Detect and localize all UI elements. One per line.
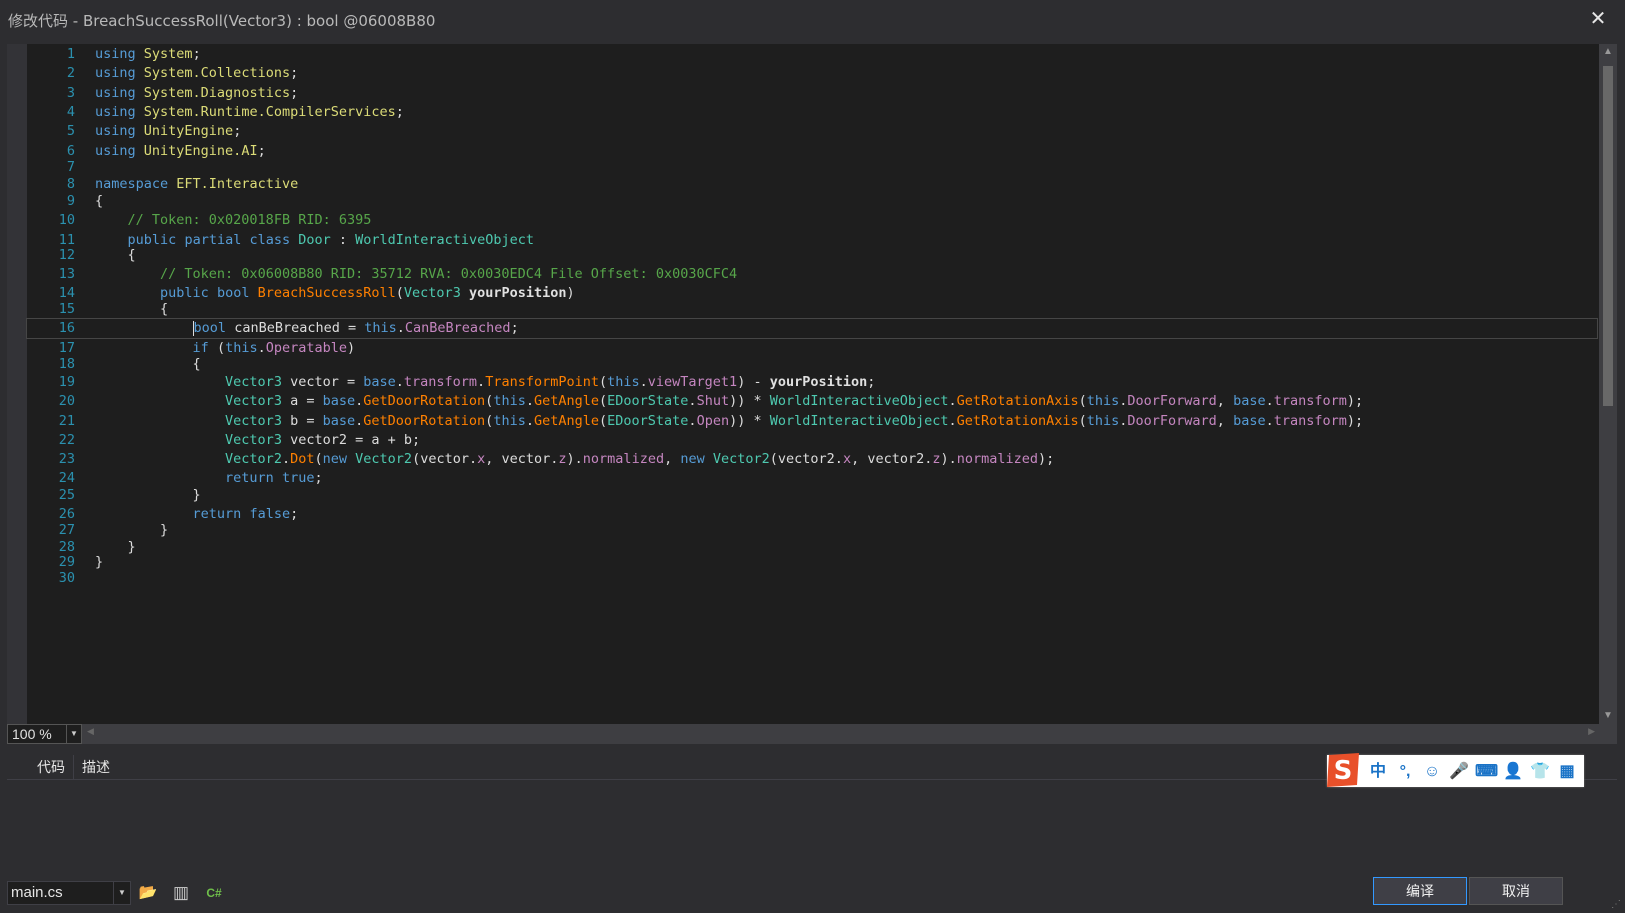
code-line[interactable]: 23 Vector2.Dot(new Vector2(vector.x, vec… <box>27 450 1597 469</box>
chevron-down-icon: ▼ <box>113 882 130 904</box>
line-number: 9 <box>66 193 75 209</box>
line-number: 20 <box>58 393 75 409</box>
code-line[interactable]: 25 } <box>27 486 1597 505</box>
code-line[interactable]: 30 <box>27 569 1597 588</box>
ime-toolbox-icon[interactable]: ▦ <box>1556 761 1578 783</box>
line-number: 21 <box>58 413 75 429</box>
ime-user-icon[interactable]: 👤 <box>1502 761 1524 783</box>
line-number: 3 <box>66 85 75 101</box>
line-code[interactable]: Vector3 b = base.GetDoorRotation(this.Ge… <box>95 412 1363 431</box>
code-line[interactable]: 2 using System.Collections; <box>27 64 1597 83</box>
line-number: 18 <box>58 356 75 372</box>
line-number: 19 <box>58 374 75 390</box>
window-title: 修改代码 - BreachSuccessRoll(Vector3) : bool… <box>8 12 436 30</box>
code-line[interactable]: 13 // Token: 0x06008B80 RID: 35712 RVA: … <box>27 265 1597 284</box>
line-code[interactable]: using System.Collections; <box>95 64 298 83</box>
scroll-thumb[interactable] <box>1603 66 1613 406</box>
scroll-up-icon[interactable]: ▲ <box>1599 44 1617 60</box>
close-icon[interactable]: ✕ <box>1585 6 1611 32</box>
code-editor[interactable]: 1 using System; 2 using System.Collections;… <box>7 44 1617 724</box>
file-name: main.cs <box>11 884 63 901</box>
line-code[interactable]: Vector2.Dot(new Vector2(vector.x, vector… <box>95 450 1054 469</box>
line-code[interactable]: Vector3 vector2 = a + b; <box>95 431 420 450</box>
tab-description[interactable]: 描述 <box>73 755 118 779</box>
tab-code[interactable]: 代码 <box>29 755 73 779</box>
line-number: 25 <box>58 487 75 503</box>
line-code[interactable]: using System.Runtime.CompilerServices; <box>95 103 404 122</box>
scroll-right-icon[interactable]: ▶ <box>1588 726 1595 737</box>
code-line[interactable]: 20 Vector3 a = base.GetDoorRotation(this… <box>27 392 1597 411</box>
line-code[interactable]: { <box>95 246 136 265</box>
editor-gutter <box>7 44 27 724</box>
code-line[interactable]: 15 { <box>27 300 1597 319</box>
svg-text:S: S <box>1334 756 1353 786</box>
line-code[interactable]: Vector3 vector = base.transform.Transfor… <box>95 373 875 392</box>
ime-emoji-icon[interactable]: ☺ <box>1421 761 1443 783</box>
code-line[interactable]: 1 using System; <box>27 45 1597 64</box>
resize-grip-icon[interactable]: ⋰ <box>1611 899 1623 911</box>
line-code[interactable]: bool canBeBreached = this.CanBeBreached; <box>95 319 519 338</box>
code-line[interactable]: 21 Vector3 b = base.GetDoorRotation(this… <box>27 412 1597 431</box>
line-number: 12 <box>58 247 75 263</box>
sogou-logo-icon[interactable]: S <box>1323 751 1363 789</box>
line-number: 5 <box>66 123 75 139</box>
scroll-down-icon[interactable]: ▼ <box>1599 708 1617 724</box>
line-number: 10 <box>58 212 75 228</box>
cancel-button[interactable]: 取消 <box>1469 877 1563 905</box>
chevron-down-icon: ▼ <box>66 725 81 743</box>
line-number: 23 <box>58 451 75 467</box>
line-number: 4 <box>66 104 75 120</box>
code-line[interactable]: 10 // Token: 0x020018FB RID: 6395 <box>27 211 1597 230</box>
line-number: 2 <box>66 65 75 81</box>
line-number: 30 <box>58 570 75 586</box>
line-code[interactable]: Vector3 a = base.GetDoorRotation(this.Ge… <box>95 392 1363 411</box>
zoom-value: 100 % <box>12 726 52 742</box>
title-bar: 修改代码 - BreachSuccessRoll(Vector3) : bool… <box>0 0 1625 40</box>
line-code[interactable]: } <box>95 486 201 505</box>
line-number: 1 <box>66 46 75 62</box>
code-line[interactable]: 5 using UnityEngine; <box>27 122 1597 141</box>
line-number: 15 <box>58 301 75 317</box>
line-code[interactable]: using UnityEngine; <box>95 122 241 141</box>
ime-keyboard-icon[interactable]: ⌨ <box>1475 761 1498 783</box>
zoom-select[interactable]: 100 % ▼ <box>7 724 82 744</box>
code-line[interactable]: 4 using System.Runtime.CompilerServices; <box>27 103 1597 122</box>
line-code[interactable]: { <box>95 192 103 211</box>
horizontal-scrollbar[interactable]: 100 % ▼ ◀ ▶ <box>7 724 1617 744</box>
line-code[interactable]: using System; <box>95 45 201 64</box>
compile-button[interactable]: 编译 <box>1373 877 1467 905</box>
assembly-references-icon[interactable]: ▥ <box>170 882 192 904</box>
ime-voice-icon[interactable]: 🎤 <box>1448 761 1470 783</box>
line-code[interactable]: // Token: 0x020018FB RID: 6395 <box>95 211 372 230</box>
open-folder-icon[interactable]: 📂 <box>137 882 159 904</box>
line-code[interactable]: // Token: 0x06008B80 RID: 35712 RVA: 0x0… <box>95 265 737 284</box>
line-number: 13 <box>58 266 75 282</box>
ime-skin-icon[interactable]: 👕 <box>1529 761 1551 783</box>
code-line[interactable]: 12 { <box>27 246 1597 265</box>
ime-chinese-mode-icon[interactable]: 中 <box>1367 761 1389 783</box>
code-line[interactable]: 3 using System.Diagnostics; <box>27 84 1597 103</box>
current-code-line[interactable]: 16 bool canBeBreached = this.CanBeBreach… <box>26 318 1598 339</box>
code-line[interactable]: 22 Vector3 vector2 = a + b; <box>27 431 1597 450</box>
code-line[interactable]: 19 Vector3 vector = base.transform.Trans… <box>27 373 1597 392</box>
line-code[interactable]: using System.Diagnostics; <box>95 84 298 103</box>
bottom-bar: main.cs ▼ 📂 ▥ C# 编译 取消 ⋰ <box>0 875 1625 913</box>
line-code[interactable]: { <box>95 300 168 319</box>
line-number: 16 <box>58 320 75 336</box>
ime-punctuation-icon[interactable]: °, <box>1394 761 1416 783</box>
code-lines[interactable]: 1 using System; 2 using System.Collections;… <box>26 44 1607 724</box>
file-select[interactable]: main.cs ▼ <box>7 881 131 905</box>
vertical-scrollbar[interactable]: ▲ ▼ <box>1599 44 1617 724</box>
scroll-left-icon[interactable]: ◀ <box>87 726 94 737</box>
code-line[interactable]: 18 { <box>27 355 1597 374</box>
csharp-language-icon[interactable]: C# <box>203 882 225 904</box>
code-line[interactable]: 9{ <box>27 192 1597 211</box>
line-number: 22 <box>58 432 75 448</box>
ime-toolbar[interactable]: S 中 °, ☺ 🎤 ⌨ 👤 👕 ▦ <box>1327 753 1584 787</box>
line-code[interactable]: { <box>95 355 201 374</box>
